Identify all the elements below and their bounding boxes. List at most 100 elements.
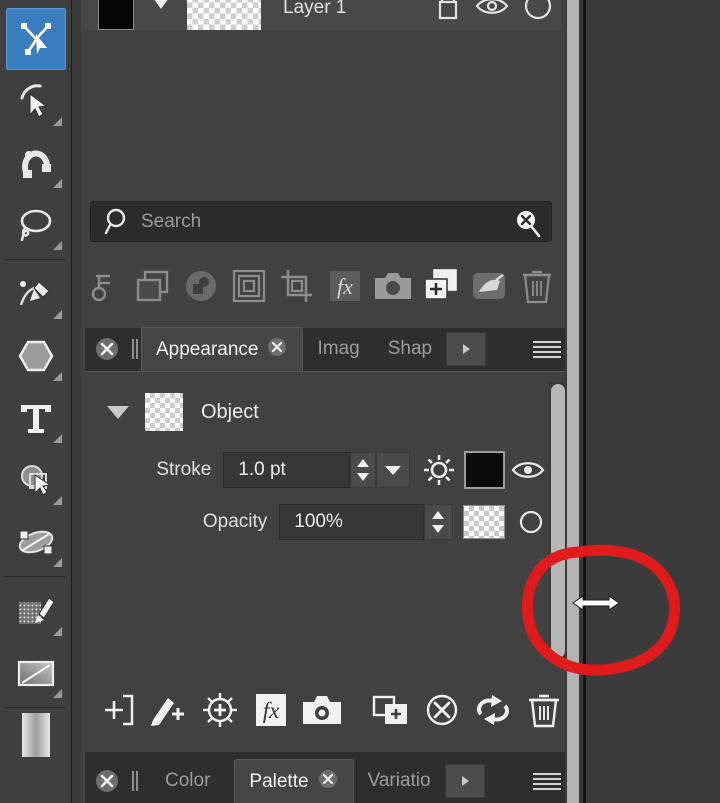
tool-flyout-indicator xyxy=(52,558,62,567)
duplicate-item-icon[interactable] xyxy=(365,676,416,744)
delete-item-icon[interactable] xyxy=(518,676,569,744)
add-new-stroke-icon[interactable] xyxy=(93,676,144,744)
opacity-row: Opacity 100% xyxy=(85,502,545,542)
reset-appearance-icon[interactable] xyxy=(467,676,518,744)
tab-close-icon[interactable] xyxy=(317,768,339,796)
opacity-spinner[interactable] xyxy=(423,504,453,540)
tool-flyout-indicator xyxy=(52,117,62,126)
search-placeholder: Search xyxy=(141,210,202,232)
close-panel-icon[interactable] xyxy=(85,327,129,371)
tab-image[interactable]: Imag xyxy=(303,327,373,371)
layer-row[interactable]: Layer 1 xyxy=(81,0,561,30)
app-root: Layer 1 Search fx Appearance Imag Shap O… xyxy=(0,0,720,803)
new-layer-icon[interactable] xyxy=(417,254,465,318)
tab-close-icon[interactable] xyxy=(266,336,288,364)
appearance-content: Object Stroke 1.0 pt Opacity 100% xyxy=(85,372,569,672)
layers-list-empty-area xyxy=(81,30,561,192)
tool-magnetic-select[interactable] xyxy=(6,132,66,194)
svg-text:fx: fx xyxy=(263,698,280,723)
tab-variations[interactable]: Variatio xyxy=(354,759,445,803)
tool-sidebar xyxy=(0,0,72,803)
link-layers-icon[interactable] xyxy=(81,254,129,318)
search-input[interactable]: Search xyxy=(90,201,552,242)
layer-color-swatch[interactable] xyxy=(98,0,134,30)
tab-palette-label: Palette xyxy=(249,770,309,792)
tab-image-label: Imag xyxy=(317,338,360,359)
tool-pen[interactable] xyxy=(6,263,66,325)
toolbar-divider xyxy=(6,707,65,708)
tool-type[interactable] xyxy=(6,387,66,449)
horizontal-resize-cursor xyxy=(572,592,620,614)
hamburger-menu-icon[interactable] xyxy=(525,327,569,371)
layer-flag-icon xyxy=(148,0,174,24)
close-panel-icon[interactable] xyxy=(85,759,129,803)
drag-grip[interactable] xyxy=(129,759,141,803)
opacity-label: Opacity xyxy=(202,511,268,532)
circle-icon[interactable] xyxy=(523,0,553,26)
tab-appearance-label: Appearance xyxy=(156,338,259,360)
tool-paint[interactable] xyxy=(6,580,66,642)
tool-mesh-warp[interactable] xyxy=(6,511,66,573)
stroke-label: Stroke xyxy=(156,459,212,480)
tool-gradient[interactable] xyxy=(6,642,66,704)
clip-layer-icon[interactable] xyxy=(225,254,273,318)
effects-fx-icon[interactable]: fx xyxy=(321,254,369,318)
tool-node-edit[interactable] xyxy=(6,449,66,511)
opacity-value-field[interactable]: 100% xyxy=(279,504,424,540)
layer-row-icons xyxy=(435,0,553,30)
add-adjustment-icon[interactable] xyxy=(195,676,246,744)
toolbar-divider xyxy=(6,259,65,260)
tab-appearance[interactable]: Appearance xyxy=(141,327,304,371)
tool-pattern[interactable] xyxy=(6,711,66,773)
clear-search-icon[interactable] xyxy=(513,209,543,244)
appearance-object-row[interactable]: Object xyxy=(107,392,259,432)
tool-selection[interactable] xyxy=(6,70,66,132)
drag-grip[interactable] xyxy=(129,327,141,371)
stroke-value-field[interactable]: 1.0 pt xyxy=(223,452,351,488)
duplicate-layer-icon[interactable] xyxy=(129,254,177,318)
snapshot-camera-icon[interactable] xyxy=(297,676,348,744)
tool-shape[interactable] xyxy=(6,325,66,387)
stroke-eye-icon[interactable] xyxy=(511,458,545,482)
delete-layer-icon[interactable] xyxy=(513,254,561,318)
chevron-right-icon[interactable] xyxy=(446,332,487,366)
tool-flyout-indicator xyxy=(52,310,62,319)
add-effect-fx-icon[interactable]: fx xyxy=(246,676,297,744)
tool-direct-selection[interactable] xyxy=(5,8,66,70)
opacity-circle-icon[interactable] xyxy=(517,508,545,536)
clear-appearance-icon[interactable] xyxy=(416,676,467,744)
tab-color-label: Color xyxy=(165,770,211,791)
tab-shape[interactable]: Shap xyxy=(374,327,446,371)
toolbar-divider xyxy=(6,576,65,577)
stroke-dropdown[interactable] xyxy=(375,452,410,488)
object-thumbnail[interactable] xyxy=(145,393,183,431)
stroke-spinner[interactable] xyxy=(350,452,376,488)
mask-layer-icon[interactable] xyxy=(177,254,225,318)
panel-vertical-scrollbar[interactable] xyxy=(565,0,581,803)
stroke-color-swatch[interactable] xyxy=(463,451,506,489)
eye-icon[interactable] xyxy=(475,0,509,23)
gear-icon[interactable] xyxy=(422,453,456,487)
opacity-swatch[interactable] xyxy=(462,505,505,539)
appearance-toolbar: fx xyxy=(85,676,569,744)
layer-toolbar: fx xyxy=(81,254,561,318)
lock-icon[interactable] xyxy=(435,0,461,26)
chevron-right-icon[interactable] xyxy=(444,764,485,798)
triangle-down-icon[interactable] xyxy=(107,405,129,419)
crop-layer-icon[interactable] xyxy=(273,254,321,318)
tab-shape-label: Shap xyxy=(387,338,433,359)
layer-name: Layer 1 xyxy=(283,0,347,18)
snapshot-camera-icon[interactable] xyxy=(369,254,417,318)
add-new-fill-icon[interactable] xyxy=(144,676,195,744)
merge-layers-icon[interactable] xyxy=(465,254,513,318)
layer-thumbnail[interactable] xyxy=(187,0,261,30)
tab-color[interactable]: Color xyxy=(141,759,234,803)
docked-panel-column: Layer 1 Search fx Appearance Imag Shap O… xyxy=(81,0,580,803)
canvas-background xyxy=(586,0,720,803)
stroke-row: Stroke 1.0 pt xyxy=(85,450,545,490)
hamburger-menu-icon[interactable] xyxy=(525,759,569,803)
tool-lasso[interactable] xyxy=(6,194,66,256)
tab-palette[interactable]: Palette xyxy=(234,759,354,803)
layers-panel: Layer 1 xyxy=(81,0,580,192)
tool-flyout-indicator xyxy=(52,372,62,381)
